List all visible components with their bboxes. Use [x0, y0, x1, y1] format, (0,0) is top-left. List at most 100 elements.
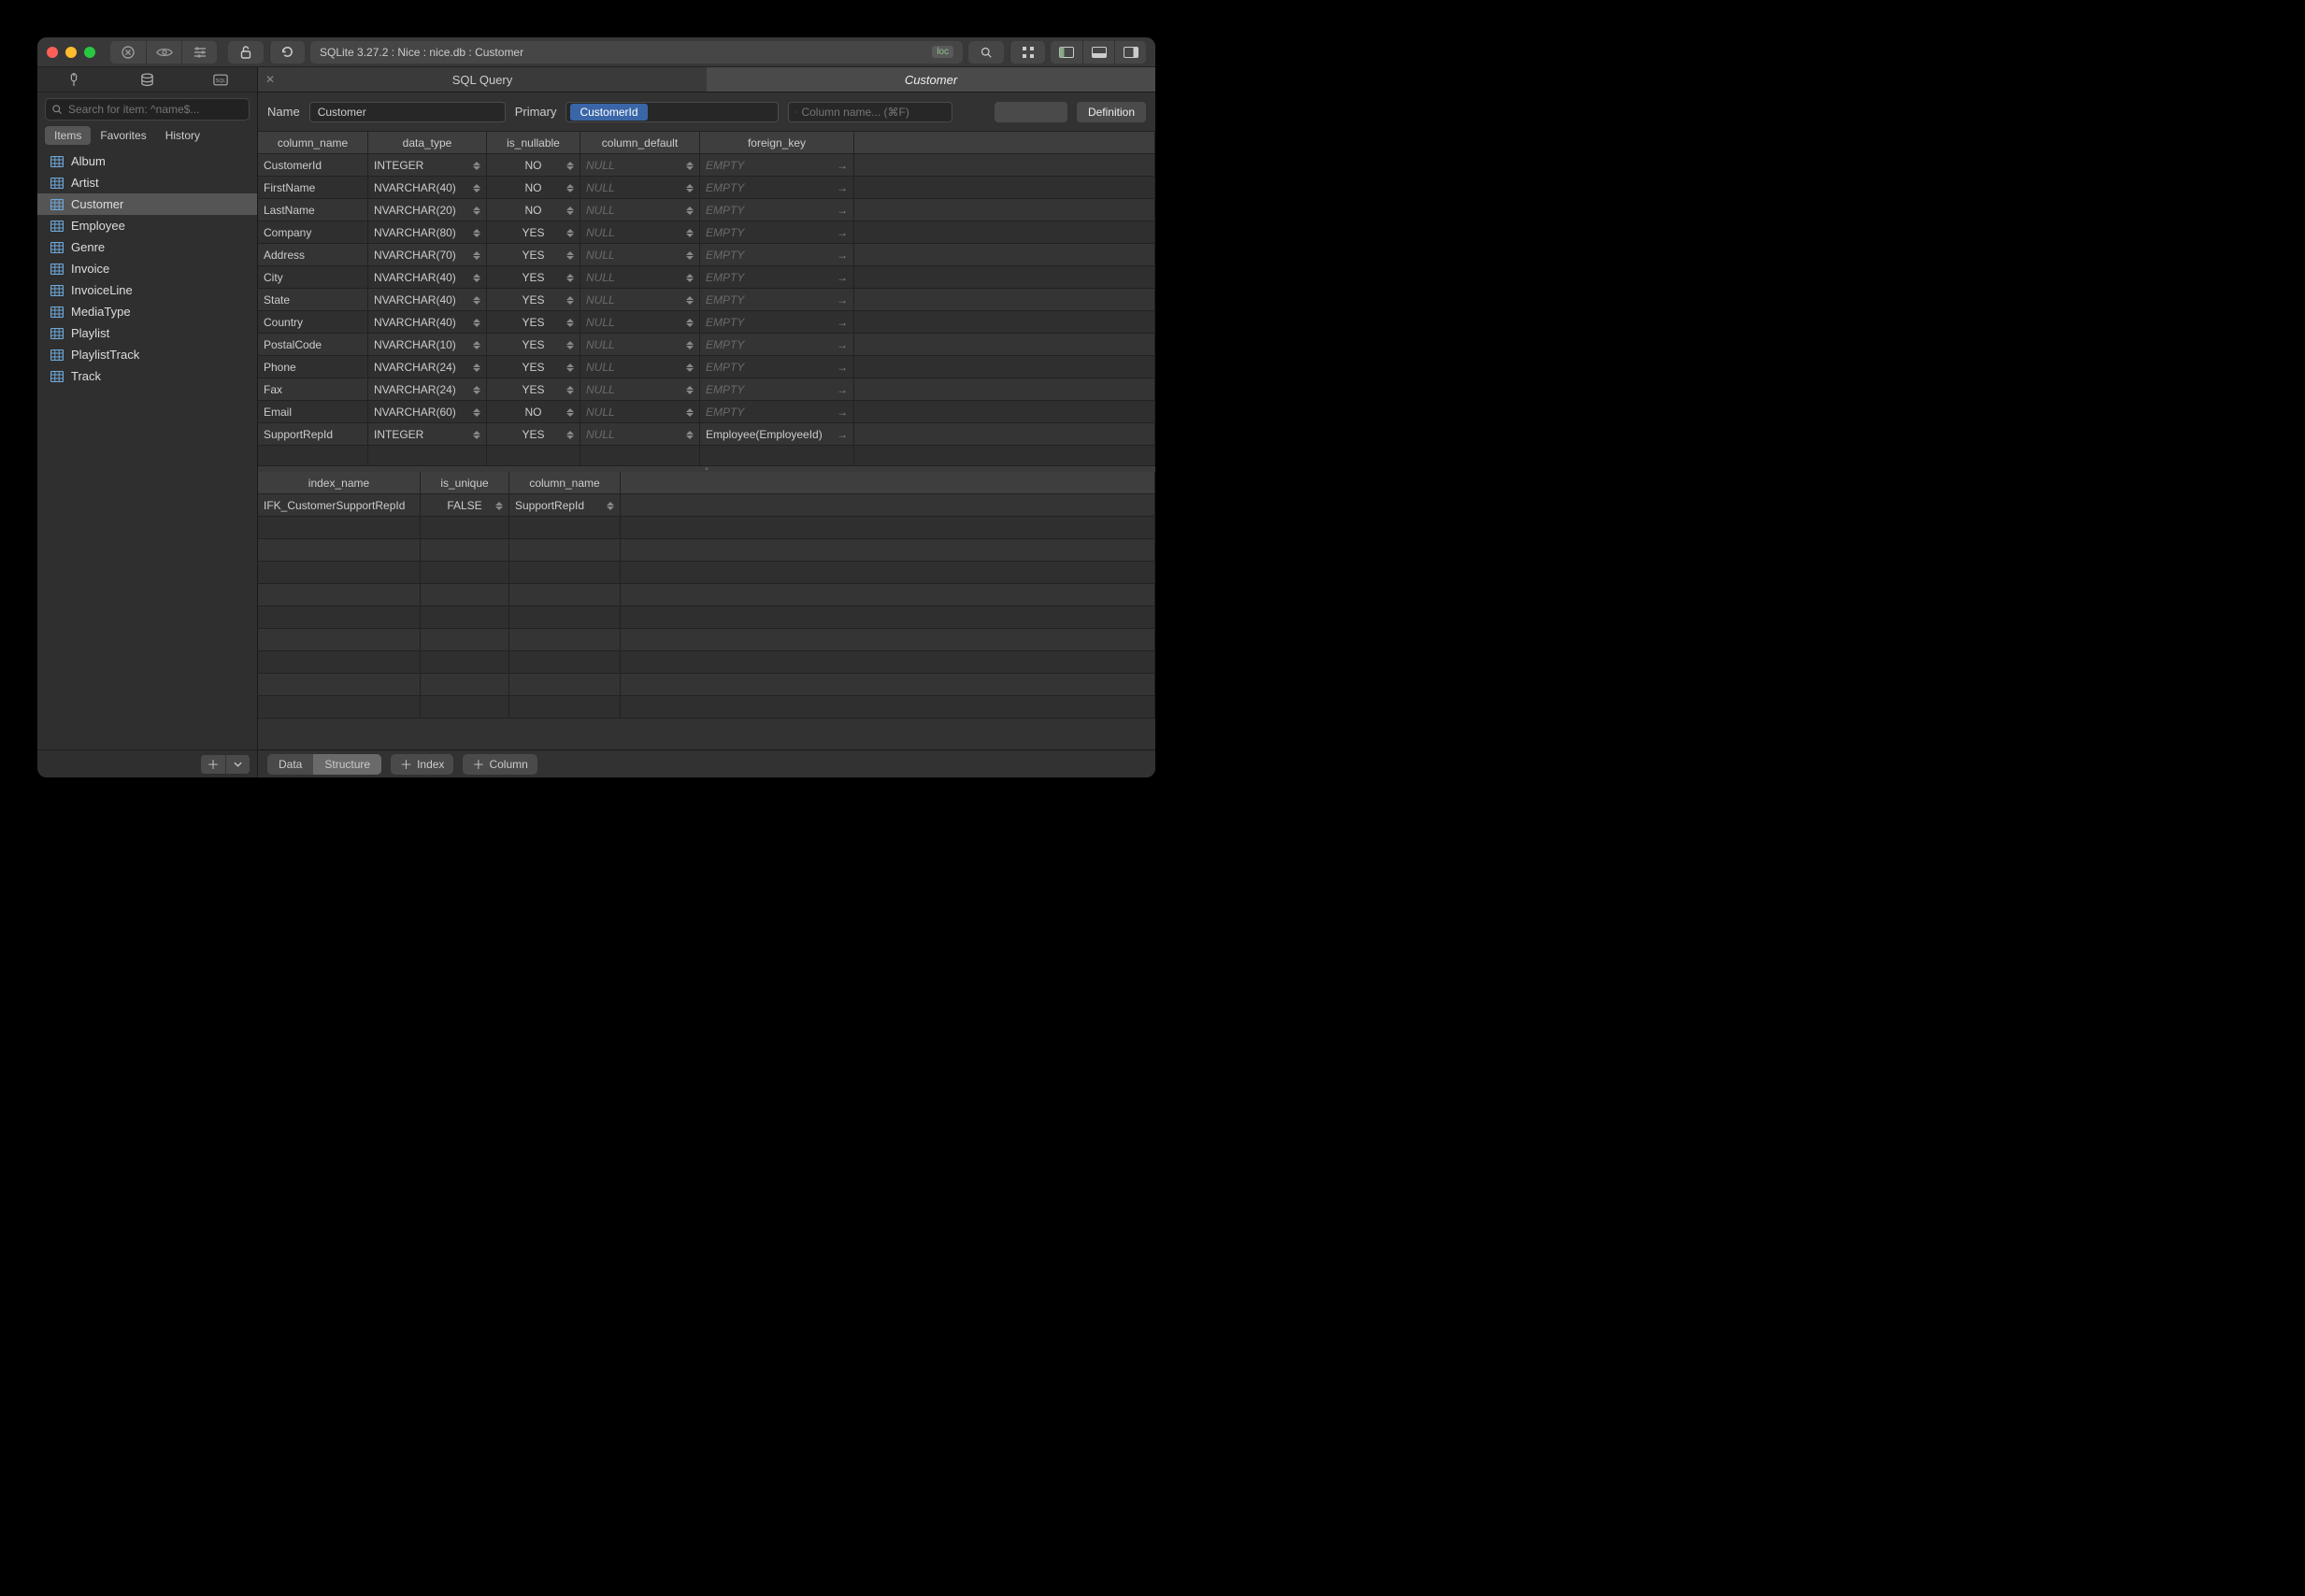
cell-default[interactable]: NULL [580, 378, 700, 400]
sidebar-item-track[interactable]: Track [37, 365, 257, 387]
cell-foreign-key[interactable]: EMPTY→ [700, 356, 854, 378]
column-row[interactable]: LastNameNVARCHAR(20)NONULLEMPTY→ [258, 199, 1155, 221]
refresh-icon[interactable] [269, 41, 305, 64]
cell-data-type[interactable]: INTEGER [368, 154, 487, 176]
arrow-right-icon[interactable]: → [837, 406, 848, 419]
sidebar-item-playlisttrack[interactable]: PlaylistTrack [37, 344, 257, 365]
stepper-icon[interactable] [566, 382, 576, 397]
cell-foreign-key[interactable]: EMPTY→ [700, 289, 854, 310]
cell-foreign-key[interactable]: Employee(EmployeeId)→ [700, 423, 854, 445]
cell-default[interactable]: NULL [580, 356, 700, 378]
stepper-icon[interactable] [607, 498, 616, 513]
arrow-right-icon[interactable]: → [837, 181, 848, 194]
stepper-icon[interactable] [686, 203, 695, 218]
close-tab-icon[interactable]: ✕ [265, 73, 275, 86]
cell-data-type[interactable]: NVARCHAR(70) [368, 244, 487, 265]
stepper-icon[interactable] [473, 315, 482, 330]
cell-foreign-key[interactable]: EMPTY→ [700, 154, 854, 176]
stepper-icon[interactable] [566, 292, 576, 307]
stepper-icon[interactable] [473, 180, 482, 195]
cell-foreign-key[interactable]: EMPTY→ [700, 311, 854, 333]
cell-foreign-key[interactable]: EMPTY→ [700, 221, 854, 243]
stepper-icon[interactable] [473, 337, 482, 352]
cell-default[interactable]: NULL [580, 289, 700, 310]
sidebar-item-invoice[interactable]: Invoice [37, 258, 257, 279]
cell-data-type[interactable]: NVARCHAR(40) [368, 266, 487, 288]
cell-foreign-key[interactable]: EMPTY→ [700, 334, 854, 355]
breadcrumb[interactable]: SQLite 3.27.2 : Nice : nice.db : Custome… [310, 41, 963, 64]
sidebar-item-employee[interactable]: Employee [37, 215, 257, 236]
stepper-icon[interactable] [686, 158, 695, 173]
stepper-icon[interactable] [473, 360, 482, 375]
arrow-right-icon[interactable]: → [837, 338, 848, 351]
eye-icon[interactable] [146, 41, 181, 64]
cell-column-name[interactable]: Country [258, 311, 368, 333]
cell-data-type[interactable]: NVARCHAR(80) [368, 221, 487, 243]
stepper-icon[interactable] [473, 225, 482, 240]
stepper-icon[interactable] [686, 427, 695, 442]
cell-column-name[interactable]: Email [258, 401, 368, 422]
column-row[interactable]: PhoneNVARCHAR(24)YESNULLEMPTY→ [258, 356, 1155, 378]
column-row[interactable]: FirstNameNVARCHAR(40)NONULLEMPTY→ [258, 177, 1155, 199]
arrow-right-icon[interactable]: → [837, 293, 848, 306]
cell-nullable[interactable]: YES [487, 334, 580, 355]
primary-key-select[interactable]: CustomerId [566, 102, 779, 122]
cell-default[interactable]: NULL [580, 423, 700, 445]
stepper-icon[interactable] [686, 180, 695, 195]
stepper-icon[interactable] [473, 405, 482, 420]
cell-column-name[interactable]: LastName [258, 199, 368, 221]
cell-data-type[interactable]: NVARCHAR(40) [368, 311, 487, 333]
cell-nullable[interactable]: YES [487, 244, 580, 265]
sliders-icon[interactable] [181, 41, 217, 64]
tab-sql-query[interactable]: ✕ SQL Query [258, 67, 707, 92]
seg-items[interactable]: Items [45, 126, 91, 145]
sidebar-item-customer[interactable]: Customer [37, 193, 257, 215]
cell-default[interactable]: NULL [580, 244, 700, 265]
stepper-icon[interactable] [686, 315, 695, 330]
cell-column-name[interactable]: SupportRepId [258, 423, 368, 445]
cell-nullable[interactable]: NO [487, 154, 580, 176]
sidebar-item-mediatype[interactable]: MediaType [37, 301, 257, 322]
cell-default[interactable]: NULL [580, 177, 700, 198]
stepper-icon[interactable] [686, 248, 695, 263]
column-search[interactable] [788, 102, 952, 122]
column-row[interactable]: CustomerIdINTEGERNONULLEMPTY→ [258, 154, 1155, 177]
cell-default[interactable]: NULL [580, 266, 700, 288]
arrow-right-icon[interactable]: → [837, 428, 848, 441]
stepper-icon[interactable] [686, 225, 695, 240]
column-row[interactable]: AddressNVARCHAR(70)YESNULLEMPTY→ [258, 244, 1155, 266]
stepper-icon[interactable] [566, 315, 576, 330]
idx-header-column[interactable]: column_name [509, 472, 621, 493]
tab-customer[interactable]: Customer [707, 67, 1155, 92]
stepper-icon[interactable] [473, 270, 482, 285]
cell-column-name[interactable]: Address [258, 244, 368, 265]
arrow-right-icon[interactable]: → [837, 316, 848, 329]
search-icon[interactable] [968, 41, 1004, 64]
definition-button[interactable]: Definition [1077, 102, 1146, 122]
sidebar-item-artist[interactable]: Artist [37, 172, 257, 193]
panel-left-icon[interactable] [1051, 41, 1082, 64]
cell-data-type[interactable]: INTEGER [368, 423, 487, 445]
seg-history[interactable]: History [156, 126, 209, 145]
cell-data-type[interactable]: NVARCHAR(40) [368, 177, 487, 198]
arrow-right-icon[interactable]: → [837, 159, 848, 172]
stepper-icon[interactable] [566, 427, 576, 442]
column-row[interactable]: CountryNVARCHAR(40)YESNULLEMPTY→ [258, 311, 1155, 334]
grid-icon[interactable] [1009, 41, 1045, 64]
cell-nullable[interactable]: NO [487, 177, 580, 198]
add-index-button[interactable]: ＋ Index [391, 754, 453, 775]
add-menu-button[interactable] [225, 755, 250, 774]
stepper-icon[interactable] [686, 382, 695, 397]
cell-column-name[interactable]: PostalCode [258, 334, 368, 355]
cell-data-type[interactable]: NVARCHAR(24) [368, 356, 487, 378]
connections-icon[interactable] [37, 67, 110, 92]
cell-default[interactable]: NULL [580, 401, 700, 422]
cell-foreign-key[interactable]: EMPTY→ [700, 266, 854, 288]
cell-default[interactable]: NULL [580, 221, 700, 243]
idx-header-name[interactable]: index_name [258, 472, 421, 493]
stepper-icon[interactable] [566, 225, 576, 240]
arrow-right-icon[interactable]: → [837, 383, 848, 396]
sidebar-item-invoiceline[interactable]: InvoiceLine [37, 279, 257, 301]
cell-index-column[interactable]: SupportRepId [509, 494, 621, 516]
sidebar-search[interactable] [45, 98, 250, 121]
